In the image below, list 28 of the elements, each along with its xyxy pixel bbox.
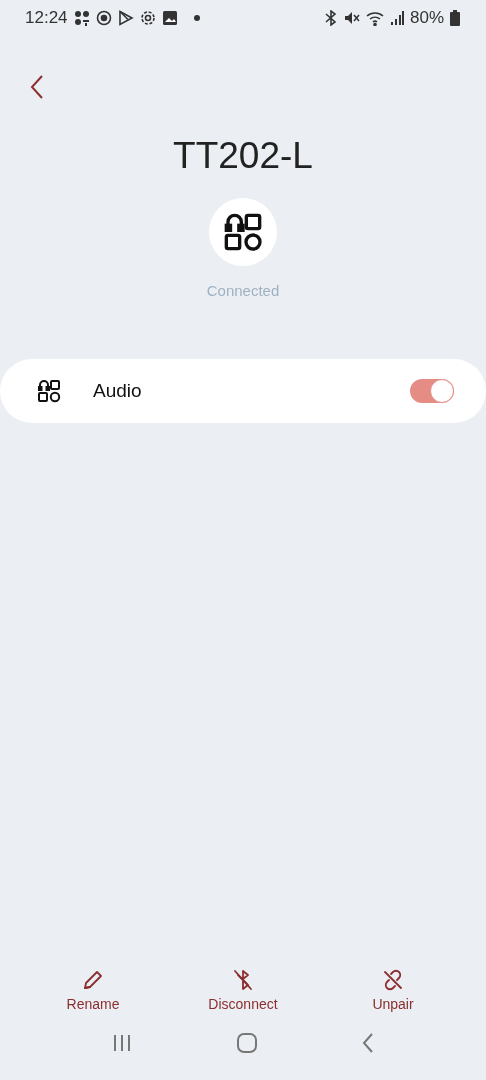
wifi-icon	[365, 10, 384, 26]
device-title: TT202-L	[172, 135, 314, 177]
dot-icon	[193, 15, 200, 21]
action-button[interactable]: Rename	[38, 968, 148, 1012]
image-icon	[161, 10, 178, 26]
recent-apps-button[interactable]	[112, 1034, 133, 1052]
pencil-icon	[81, 968, 105, 992]
mute-icon	[343, 10, 360, 26]
unlink-icon	[381, 968, 405, 992]
clock-time: 12:24	[25, 8, 68, 28]
action-button[interactable]: Unpair	[338, 968, 448, 1012]
signal-icon	[389, 10, 404, 26]
play-triangle-icon	[117, 10, 134, 26]
bluetooth-icon	[323, 10, 338, 26]
bluetooth-off-icon	[231, 968, 255, 992]
circle-badge-icon	[95, 10, 112, 26]
device-icon	[223, 212, 263, 252]
audio-device-icon	[37, 379, 61, 403]
battery-percent: 80%	[409, 8, 444, 28]
setting-label: Audio	[93, 380, 143, 402]
connection-status: Connected	[205, 282, 281, 299]
action-button[interactable]: Disconnect	[188, 968, 298, 1012]
battery-icon	[450, 10, 460, 26]
app-grid-icon	[73, 10, 90, 26]
settings-icon	[139, 10, 156, 26]
toggle-switch[interactable]	[410, 379, 454, 403]
back-nav-button[interactable]	[361, 1033, 374, 1053]
home-button[interactable]	[237, 1033, 257, 1053]
